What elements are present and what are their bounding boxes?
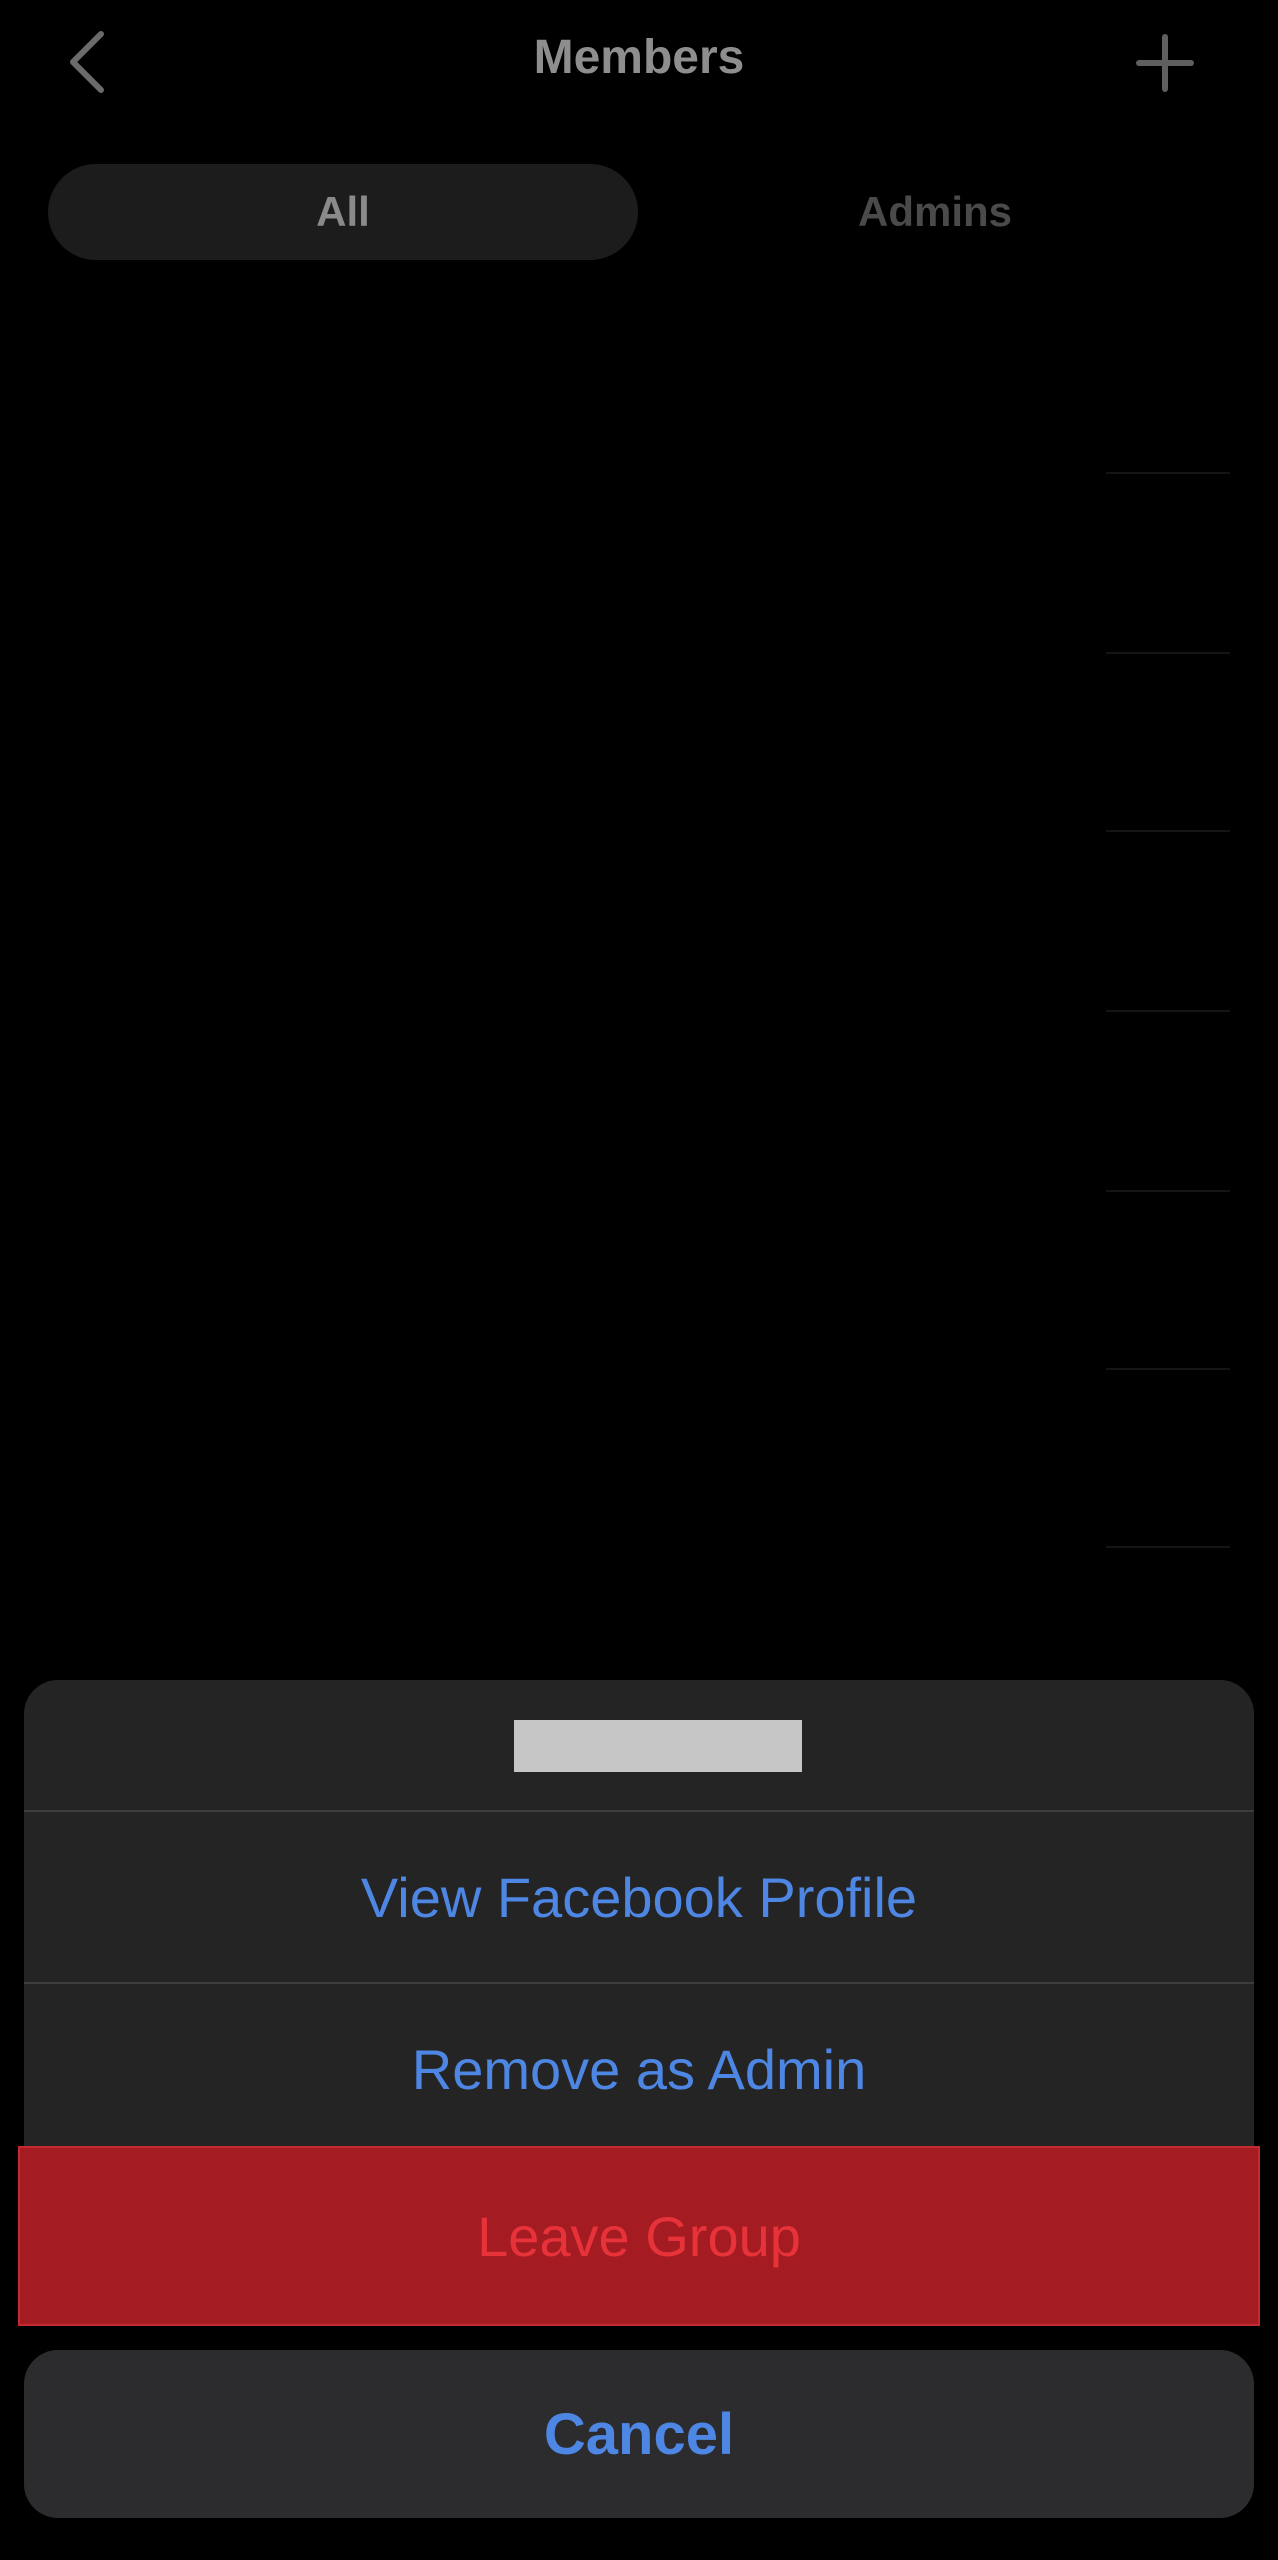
list-separator <box>1106 1546 1230 1548</box>
list-separator <box>1106 1010 1230 1012</box>
member-filter-tabs: All Admins <box>48 164 1230 260</box>
view-facebook-profile-button[interactable]: View Facebook Profile <box>24 1812 1254 1982</box>
list-separator <box>1106 1368 1230 1370</box>
remove-as-admin-button[interactable]: Remove as Admin <box>24 1984 1254 2154</box>
tab-admins[interactable]: Admins <box>640 164 1230 260</box>
page-title: Members <box>533 31 745 84</box>
list-separator <box>1106 1190 1230 1192</box>
list-separator <box>1106 830 1230 832</box>
leave-group-button[interactable]: Leave Group <box>18 2146 1260 2326</box>
nav-bar: Members <box>0 0 1278 130</box>
redacted-member-name <box>514 1720 802 1772</box>
action-sheet-header <box>24 1680 1254 1810</box>
members-screen: Members All Admins View Facebook Profile… <box>0 0 1278 2560</box>
cancel-button[interactable]: Cancel <box>24 2350 1254 2518</box>
tab-all[interactable]: All <box>48 164 638 260</box>
list-separator <box>1106 652 1230 654</box>
plus-icon <box>1136 34 1194 92</box>
add-member-button[interactable] <box>1124 22 1206 104</box>
list-separator <box>1106 472 1230 474</box>
